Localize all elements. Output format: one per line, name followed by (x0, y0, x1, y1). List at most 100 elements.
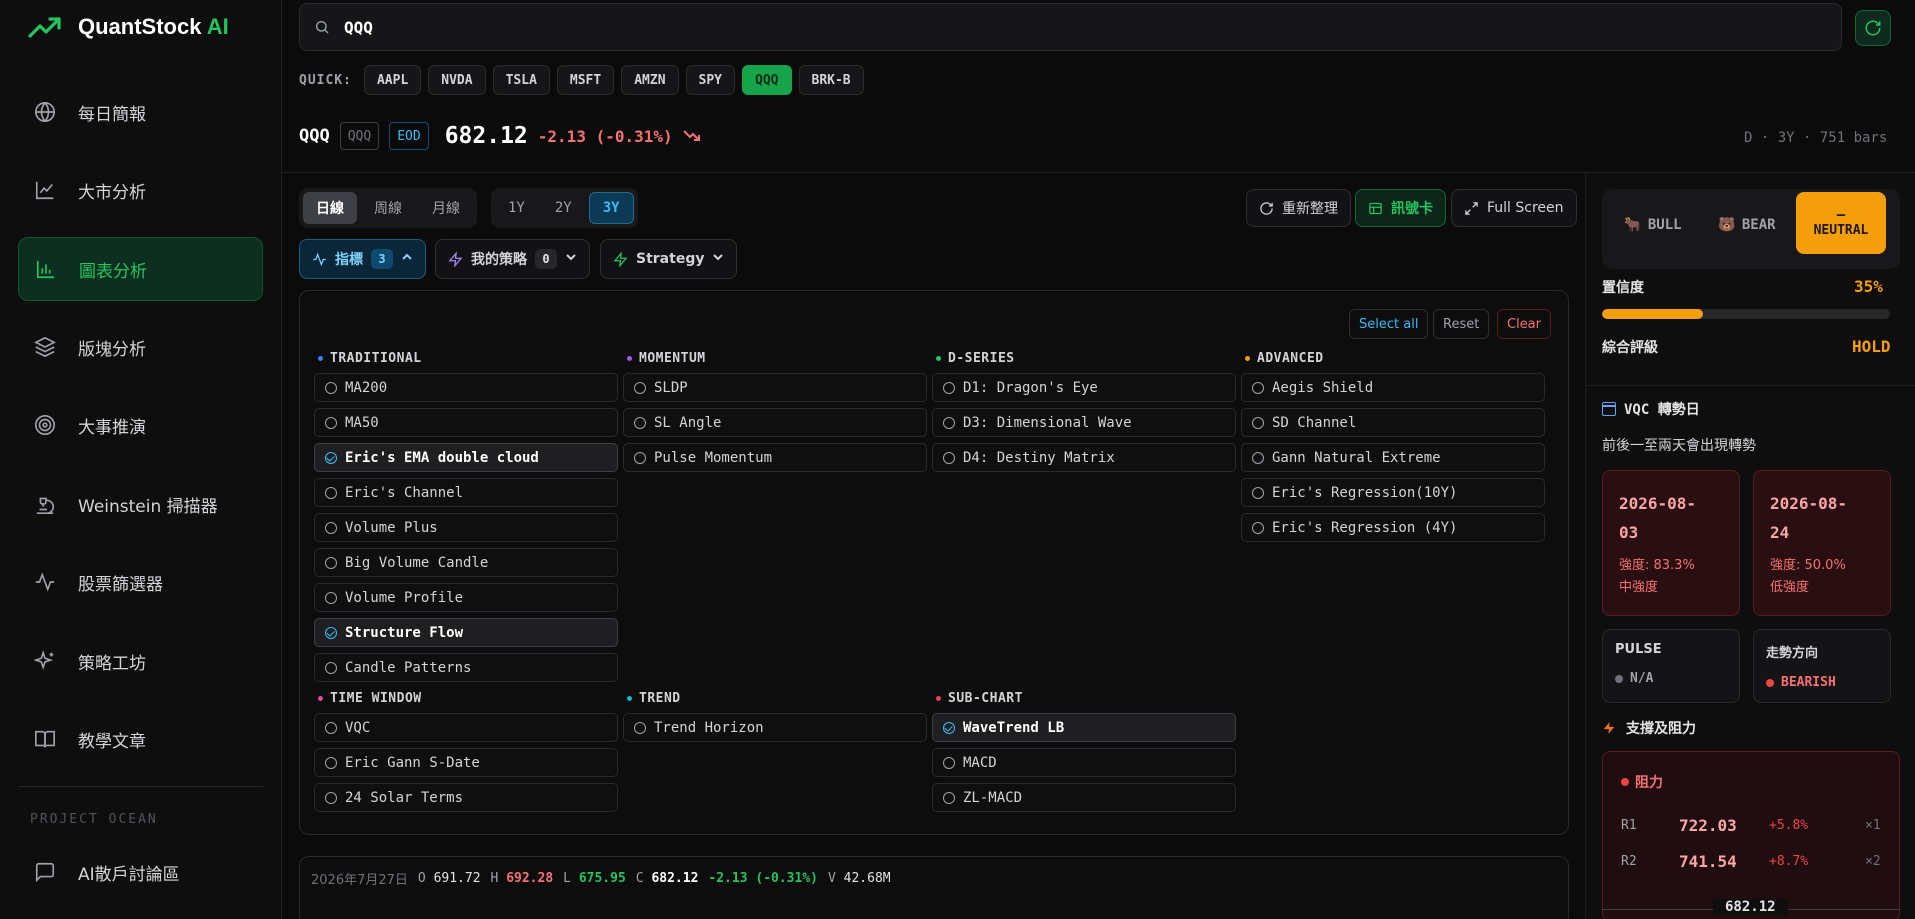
quick-chip-aapl[interactable]: AAPL (363, 65, 422, 95)
circle-icon (325, 756, 337, 769)
strength-level: 低強度 (1770, 580, 1810, 595)
indicator-option[interactable]: Gann Natural Extreme (1241, 443, 1545, 472)
sidebar-item-weinstein-scanner[interactable]: Weinstein 掃描器 (18, 472, 263, 536)
sidebar-item-stock-screener[interactable]: 股票篩選器 (18, 550, 263, 614)
sidebar-item-label: 圖表分析 (79, 261, 147, 282)
sidebar-item-market-analysis[interactable]: 大市分析 (18, 158, 263, 222)
indicator-label: Eric's Regression(10Y) (1272, 484, 1458, 501)
circle-icon (634, 451, 646, 464)
ohlc-close-label: C (635, 871, 644, 886)
indicator-option[interactable]: Pulse Momentum (623, 443, 927, 472)
group-title-text: TRADITIONAL (330, 351, 422, 366)
sidebar-item-daily-brief[interactable]: 每日簡報 (18, 80, 263, 144)
reset-button[interactable]: Reset (1433, 309, 1490, 339)
sentiment-bull[interactable]: 🐂 BULL (1610, 195, 1696, 255)
trending-up-icon (28, 17, 61, 38)
indicator-option[interactable]: 24 Solar Terms (314, 783, 618, 812)
table-icon (1369, 202, 1382, 214)
level-price: 722.03 (1679, 816, 1737, 835)
indicator-option[interactable]: Trend Horizon (623, 713, 927, 742)
interval-selector: 日線 周線 月線 (299, 188, 477, 228)
indicator-option[interactable]: ZL-MACD (932, 783, 1236, 812)
indicator-option[interactable]: D4: Destiny Matrix (932, 443, 1236, 472)
confidence-bar (1602, 309, 1890, 319)
indicator-option[interactable]: Aegis Shield (1241, 373, 1545, 402)
interval-weekly[interactable]: 周線 (361, 192, 415, 224)
ohlc-low: 675.95 (578, 871, 626, 886)
indicator-option[interactable]: Eric's Regression (4Y) (1241, 513, 1545, 542)
range-3y[interactable]: 3Y (588, 192, 634, 224)
quick-chip-amzn[interactable]: AMZN (621, 65, 679, 95)
indicator-option[interactable]: SLDP (623, 373, 927, 402)
quick-chip-msft[interactable]: MSFT (556, 65, 615, 95)
indicator-option[interactable]: Volume Profile (314, 583, 618, 612)
refresh-button[interactable] (1855, 10, 1891, 46)
section-divider (1586, 385, 1915, 386)
zap-icon (1603, 722, 1615, 734)
strategy-button[interactable]: Strategy (600, 239, 738, 279)
indicator-label: D1: Dragon's Eye (963, 379, 1098, 396)
indicator-option[interactable]: D3: Dimensional Wave (932, 408, 1236, 437)
range-1y[interactable]: 1Y (495, 192, 538, 224)
reorganize-button[interactable]: 重新整理 (1246, 189, 1351, 227)
sidebar-item-strategy-workshop[interactable]: 策略工坊 (18, 629, 263, 693)
globe-icon (35, 102, 55, 122)
my-strategy-button[interactable]: 我的策略 0 (435, 239, 590, 279)
sidebar-item-sector-analysis[interactable]: 版塊分析 (18, 315, 263, 379)
sidebar-item-tutorials[interactable]: 教學文章 (18, 707, 263, 771)
sr-title-text: 支撐及阻力 (1626, 721, 1696, 737)
interval-daily[interactable]: 日線 (303, 192, 357, 224)
select-all-button[interactable]: Select all (1349, 309, 1429, 339)
sidebar-item-event-simulation[interactable]: 大事推演 (18, 393, 263, 457)
indicator-option[interactable]: Eric's Regression(10Y) (1241, 478, 1545, 507)
quick-chip-tsla[interactable]: TSLA (492, 65, 550, 95)
sidebar-item-ai-forum[interactable]: AI散戶討論區 (18, 840, 263, 904)
indicator-option[interactable]: MA50 (314, 408, 618, 437)
sentiment-neutral[interactable]: — NEUTRAL (1796, 192, 1886, 254)
full-screen-button[interactable]: Full Screen (1451, 189, 1577, 227)
indicator-option[interactable]: Eric's EMA double cloud (314, 443, 618, 472)
indicator-option[interactable]: Eric Gann S-Date (314, 748, 618, 777)
indicator-option[interactable]: MACD (932, 748, 1236, 777)
indicator-option[interactable]: SL Angle (623, 408, 927, 437)
indicator-option[interactable]: SD Channel (1241, 408, 1545, 437)
indicators-button[interactable]: 指標 3 (299, 239, 426, 279)
zap-icon (448, 251, 463, 267)
level-price: 741.54 (1679, 852, 1737, 871)
indicator-label: 24 Solar Terms (345, 789, 464, 806)
group-dot (318, 696, 323, 701)
quick-chip-brk-b[interactable]: BRK-B (798, 65, 864, 95)
indicator-label: Eric's Regression (4Y) (1272, 519, 1458, 536)
sentiment-bear[interactable]: 🐻 BEAR (1702, 195, 1792, 255)
indicator-option[interactable]: Eric's Channel (314, 478, 618, 507)
range-2y[interactable]: 2Y (542, 192, 585, 224)
search-bar[interactable] (299, 3, 1842, 51)
turn-date-card[interactable]: 2026-08- 24 強度: 50.0% 低強度 (1753, 470, 1891, 616)
ohlc-open-label: O (417, 871, 426, 886)
ohlc-date: 2026年7月27日 (311, 873, 408, 888)
resistance-row: R2 741.54 +8.7% ×2 (1621, 852, 1891, 871)
signal-card-button[interactable]: 訊號卡 (1355, 189, 1446, 227)
microscope-icon (36, 497, 55, 514)
search-input[interactable] (344, 17, 1744, 37)
quick-chip-spy[interactable]: SPY (685, 65, 736, 95)
clear-button[interactable]: Clear (1497, 309, 1551, 339)
indicator-option[interactable]: D1: Dragon's Eye (932, 373, 1236, 402)
indicator-option[interactable]: Structure Flow (314, 618, 618, 647)
turn-date-card[interactable]: 2026-08- 03 強度: 83.3% 中強度 (1602, 470, 1740, 616)
indicator-option[interactable]: Candle Patterns (314, 653, 618, 682)
quick-chip-qqq[interactable]: QQQ (742, 65, 792, 95)
indicator-option[interactable]: VQC (314, 713, 618, 742)
indicator-option[interactable]: WaveTrend LB (932, 713, 1236, 742)
turn-date-line2: 03 (1619, 523, 1639, 542)
sidebar-item-chart-analysis[interactable]: 圖表分析 (18, 237, 263, 301)
brand-logo[interactable]: QuantStock AI (28, 14, 229, 40)
interval-monthly[interactable]: 月線 (419, 192, 473, 224)
quick-chip-nvda[interactable]: NVDA (428, 65, 486, 95)
group-title-text: D-SERIES (948, 351, 1015, 366)
indicator-option[interactable]: Volume Plus (314, 513, 618, 542)
indicator-option[interactable]: MA200 (314, 373, 618, 402)
indicator-label: VQC (345, 719, 371, 736)
indicator-option[interactable]: Big Volume Candle (314, 548, 618, 577)
zap-icon (613, 251, 628, 267)
